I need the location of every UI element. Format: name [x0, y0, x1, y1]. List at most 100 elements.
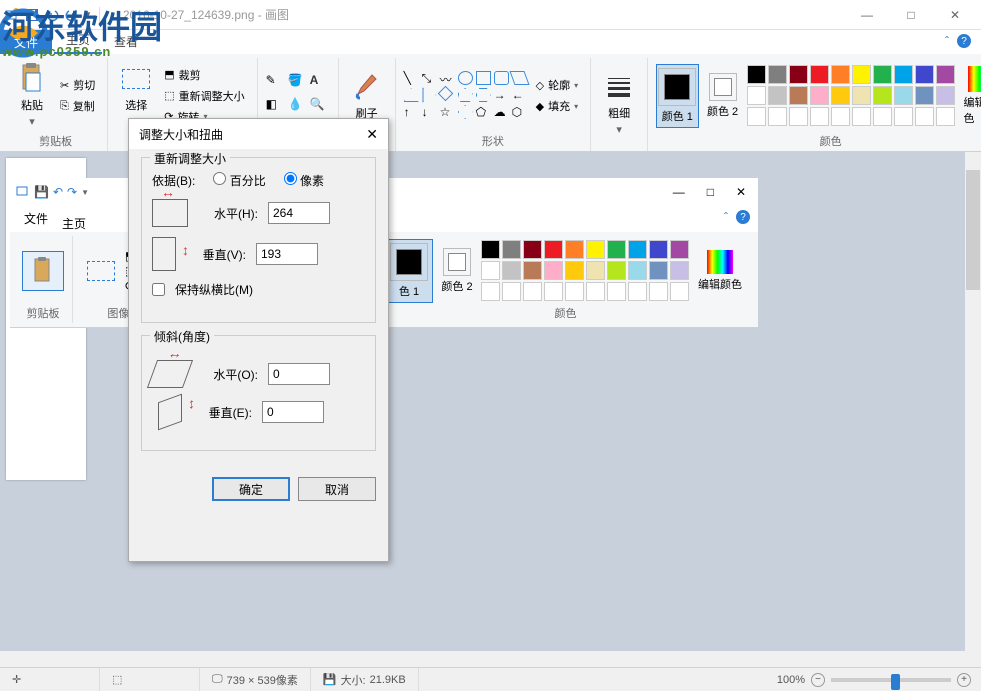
color-swatch[interactable]	[607, 282, 626, 301]
color-swatch[interactable]	[565, 282, 584, 301]
skew-h-input[interactable]	[268, 363, 330, 385]
color-swatch[interactable]	[789, 86, 808, 105]
maximize-button[interactable]: □	[889, 1, 933, 29]
vert-input[interactable]	[256, 243, 318, 265]
inner-tab-file[interactable]: 文件	[10, 205, 62, 232]
aspect-checkbox[interactable]: 保持纵横比(M)	[152, 281, 365, 298]
color-swatch[interactable]	[915, 65, 934, 84]
outline-button[interactable]: ◇轮廓▾	[532, 75, 582, 95]
color-swatch[interactable]	[831, 107, 850, 126]
color-swatch[interactable]	[873, 86, 892, 105]
inner-minimize-button[interactable]: —	[673, 185, 685, 199]
color-swatch[interactable]	[628, 240, 647, 259]
color-swatch[interactable]	[810, 86, 829, 105]
color-swatch[interactable]	[565, 261, 584, 280]
inner-collapse-icon[interactable]: ˆ	[724, 210, 728, 224]
scrollbar-thumb[interactable]	[966, 170, 980, 290]
color-swatch[interactable]	[628, 282, 647, 301]
color-swatch[interactable]	[873, 107, 892, 126]
color-swatch[interactable]	[768, 107, 787, 126]
color-swatch[interactable]	[544, 261, 563, 280]
color-swatch[interactable]	[502, 282, 521, 301]
color-swatch[interactable]	[936, 86, 955, 105]
color-swatch[interactable]	[586, 240, 605, 259]
crop-button[interactable]: ⬒裁剪	[160, 65, 248, 85]
help-icon[interactable]: ?	[957, 34, 971, 48]
color-swatch[interactable]	[747, 65, 766, 84]
color-swatch[interactable]	[789, 65, 808, 84]
color2-button[interactable]: 颜色 2	[703, 70, 743, 122]
tab-home[interactable]: 主页	[54, 27, 102, 54]
color-swatch[interactable]	[481, 261, 500, 280]
color-swatch[interactable]	[481, 282, 500, 301]
zoom-icon[interactable]: 🔍	[310, 97, 330, 119]
color-swatch[interactable]	[502, 261, 521, 280]
shapes-gallery[interactable]: ╲⤡〰 →← ↑↓☆ ⬠ ☁⬡	[404, 71, 528, 120]
color-swatch[interactable]	[649, 240, 668, 259]
copy-button[interactable]: ⎘复制	[56, 96, 99, 116]
color-swatch[interactable]	[894, 86, 913, 105]
color-swatch[interactable]	[768, 65, 787, 84]
picker-icon[interactable]: 💧	[288, 97, 308, 119]
color-swatch[interactable]	[502, 240, 521, 259]
color-swatch[interactable]	[894, 107, 913, 126]
inner-paste-button[interactable]	[22, 251, 64, 291]
qat-dropdown-icon[interactable]: ▼	[84, 10, 92, 19]
radio-percent[interactable]: 百分比	[213, 172, 265, 189]
minimize-button[interactable]: —	[845, 1, 889, 29]
dialog-close-button[interactable]: ✕	[366, 126, 378, 143]
color-swatch[interactable]	[649, 261, 668, 280]
zoom-slider[interactable]	[831, 678, 951, 682]
inner-help-icon[interactable]: ?	[736, 210, 750, 224]
color-swatch[interactable]	[747, 107, 766, 126]
resize-button[interactable]: ⬚重新调整大小	[160, 86, 248, 106]
inner-save-icon[interactable]: 💾	[34, 185, 49, 199]
fill-icon[interactable]: 🪣	[288, 73, 308, 95]
color-swatch[interactable]	[607, 240, 626, 259]
inner-undo-icon[interactable]: ↶	[53, 185, 63, 199]
color-swatch[interactable]	[852, 65, 871, 84]
color-swatch[interactable]	[768, 86, 787, 105]
inner-color1-button[interactable]: 色 1	[385, 239, 433, 303]
color-swatch[interactable]	[873, 65, 892, 84]
color-swatch[interactable]	[649, 282, 668, 301]
scrollbar-horizontal[interactable]	[0, 651, 965, 667]
size-button[interactable]: 粗细▾	[599, 68, 639, 139]
pencil-icon[interactable]: ✎	[266, 73, 286, 95]
redo-icon[interactable]	[64, 7, 80, 23]
color1-button[interactable]: 颜色 1	[656, 64, 698, 128]
scrollbar-vertical[interactable]	[965, 152, 981, 667]
horiz-input[interactable]	[268, 202, 330, 224]
color-swatch[interactable]	[628, 261, 647, 280]
color-swatch[interactable]	[936, 65, 955, 84]
dialog-titlebar[interactable]: 调整大小和扭曲 ✕	[129, 119, 388, 149]
inner-select-button[interactable]	[81, 252, 121, 290]
cancel-button[interactable]: 取消	[298, 477, 376, 501]
inner-maximize-button[interactable]: □	[707, 185, 714, 199]
collapse-ribbon-icon[interactable]: ˆ	[945, 34, 949, 48]
zoom-out-button[interactable]: −	[811, 673, 825, 687]
skew-v-input[interactable]	[262, 401, 324, 423]
color-swatch[interactable]	[481, 240, 500, 259]
color-swatch[interactable]	[852, 86, 871, 105]
zoom-handle[interactable]	[891, 674, 900, 690]
fill-shape-button[interactable]: ◆填充▾	[532, 96, 582, 116]
color-swatch[interactable]	[523, 261, 542, 280]
eraser-icon[interactable]: ◧	[266, 97, 286, 119]
tab-view[interactable]: 查看	[102, 29, 150, 54]
inner-redo-icon[interactable]: ↷	[67, 185, 77, 199]
inner-edit-colors-button[interactable]: 编辑颜色	[694, 247, 746, 295]
paste-button[interactable]: 粘贴▾	[12, 60, 52, 131]
color-swatch[interactable]	[523, 240, 542, 259]
color-swatch[interactable]	[789, 107, 808, 126]
color-swatch[interactable]	[607, 261, 626, 280]
color-swatch[interactable]	[544, 240, 563, 259]
color-swatch[interactable]	[586, 261, 605, 280]
ok-button[interactable]: 确定	[212, 477, 290, 501]
color-palette[interactable]	[747, 65, 956, 127]
color-swatch[interactable]	[915, 86, 934, 105]
color-swatch[interactable]	[523, 282, 542, 301]
color-swatch[interactable]	[586, 282, 605, 301]
color-swatch[interactable]	[670, 282, 689, 301]
radio-pixels[interactable]: 像素	[284, 172, 324, 189]
